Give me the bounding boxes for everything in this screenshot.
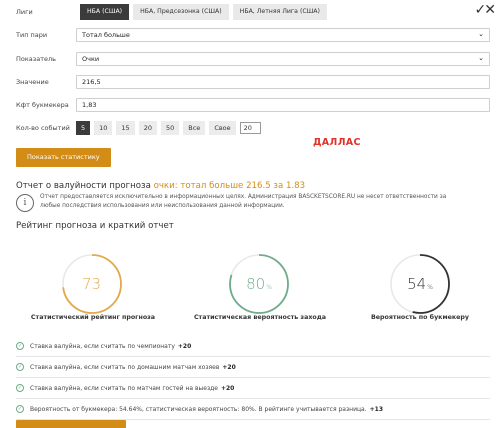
- tab-nba[interactable]: НБА (США): [80, 4, 130, 20]
- events-option-20[interactable]: 20: [138, 121, 157, 135]
- check-circle-icon: ✓: [16, 384, 24, 392]
- indicator-select[interactable]: Очки ⌄: [76, 52, 490, 66]
- gauge-probability-label: Статистическая вероятность захода: [193, 314, 327, 321]
- info-icon: i: [16, 194, 34, 212]
- tab-nba-preseason[interactable]: НБА, Предсезонка (США): [133, 4, 229, 20]
- events-option-all[interactable]: Все: [183, 121, 206, 135]
- summary-list: ✓ Ставка валуйна, если считать по чемпио…: [16, 336, 490, 420]
- rating-title: Рейтинг прогноза и краткий отчет: [16, 221, 174, 231]
- list-item: ✓ Ставка валуйна, если считать по матчам…: [16, 378, 490, 399]
- leagues-label: Лиги: [16, 8, 33, 16]
- events-option-15[interactable]: 15: [116, 121, 135, 135]
- indicator-row: Показатель Очки ⌄: [16, 52, 490, 66]
- list-item-text: Ставка валуйна, если считать по домашним…: [30, 363, 220, 371]
- chevron-down-icon: ⌄: [478, 54, 484, 62]
- list-item-bonus: +20: [222, 363, 236, 371]
- tab-nba-summer-league[interactable]: НБА, Летняя Лига (США): [232, 4, 327, 20]
- indicator-label: Показатель: [16, 55, 56, 63]
- check-circle-icon: ✓: [16, 363, 24, 371]
- disclaimer: i Отчет предоставляется исключительно в …: [16, 193, 460, 212]
- gauge-bookmaker-label: Вероятность по букмекеру: [370, 314, 470, 321]
- select-toggle-icon[interactable]: ✓✕: [475, 2, 497, 18]
- bottom-action-button[interactable]: [16, 420, 126, 428]
- list-item-text: Ставка валуйна, если считать по матчам г…: [30, 384, 218, 392]
- overlay-team-name: ДАЛЛАС: [313, 137, 361, 148]
- gauge-probability: 80%: [228, 253, 290, 315]
- list-item-bonus: +13: [369, 405, 384, 413]
- report-title-highlight: очки: тотал больше 216.5 за 1.83: [153, 181, 306, 191]
- list-item: ✓ Вероятность от букмекера: 54.64%, стат…: [16, 399, 490, 420]
- list-item: ✓ Ставка валуйна, если считать по чемпио…: [16, 336, 490, 357]
- report-title-prefix: Отчет о валуйности прогноза: [16, 181, 151, 191]
- events-option-50[interactable]: 50: [160, 121, 180, 135]
- gauge-value: 73: [81, 275, 102, 293]
- chevron-down-icon: ⌄: [478, 30, 484, 38]
- check-circle-icon: ✓: [16, 342, 24, 350]
- list-item-bonus: +20: [220, 384, 235, 392]
- odds-label: Кфт букмекера: [16, 101, 69, 109]
- odds-input[interactable]: 1,83: [76, 98, 490, 112]
- list-item-text: Вероятность от букмекера: 54.64%, статис…: [30, 405, 367, 413]
- events-option-custom[interactable]: Свое: [209, 121, 236, 135]
- leagues-row: Лиги НБА (США) НБА, Предсезонка (США) НБ…: [16, 4, 331, 20]
- bet-type-select[interactable]: Тотал больше ⌄: [76, 28, 490, 42]
- bet-type-value: Тотал больше: [82, 31, 130, 39]
- gauge-value: 54%: [407, 275, 433, 293]
- show-stats-button[interactable]: Показать статистику: [16, 148, 111, 167]
- list-item-bonus: +20: [177, 342, 192, 350]
- events-option-5[interactable]: 5: [76, 121, 91, 135]
- indicator-value: Очки: [82, 55, 100, 63]
- gauge-value: 80%: [246, 275, 272, 293]
- events-count-row: Кол-во событий 5 10 15 20 50 Все Свое 20: [16, 121, 261, 135]
- events-count-label: Кол-во событий: [16, 124, 70, 132]
- odds-row: Кфт букмекера 1,83: [16, 98, 490, 112]
- gauge-bookmaker: 54%: [389, 253, 451, 315]
- events-custom-input[interactable]: 20: [239, 122, 261, 134]
- gauge-rating-label: Статистический рейтинг прогноза: [30, 314, 156, 321]
- value-label: Значение: [16, 78, 49, 86]
- bet-type-label: Тип пари: [16, 31, 48, 39]
- gauge-rating: 73: [61, 253, 123, 315]
- bet-type-row: Тип пари Тотал больше ⌄: [16, 28, 490, 42]
- value-input[interactable]: 216,5: [76, 75, 490, 89]
- list-item: ✓ Ставка валуйна, если считать по домашн…: [16, 357, 490, 378]
- list-item-text: Ставка валуйна, если считать по чемпиона…: [30, 342, 175, 350]
- events-option-10[interactable]: 10: [94, 121, 113, 135]
- report-title: Отчет о валуйности прогноза очки: тотал …: [16, 181, 305, 191]
- check-circle-icon: ✓: [16, 405, 24, 413]
- disclaimer-text: Отчет предоставляется исключительно в ин…: [40, 194, 447, 209]
- value-row: Значение 216,5: [16, 75, 490, 89]
